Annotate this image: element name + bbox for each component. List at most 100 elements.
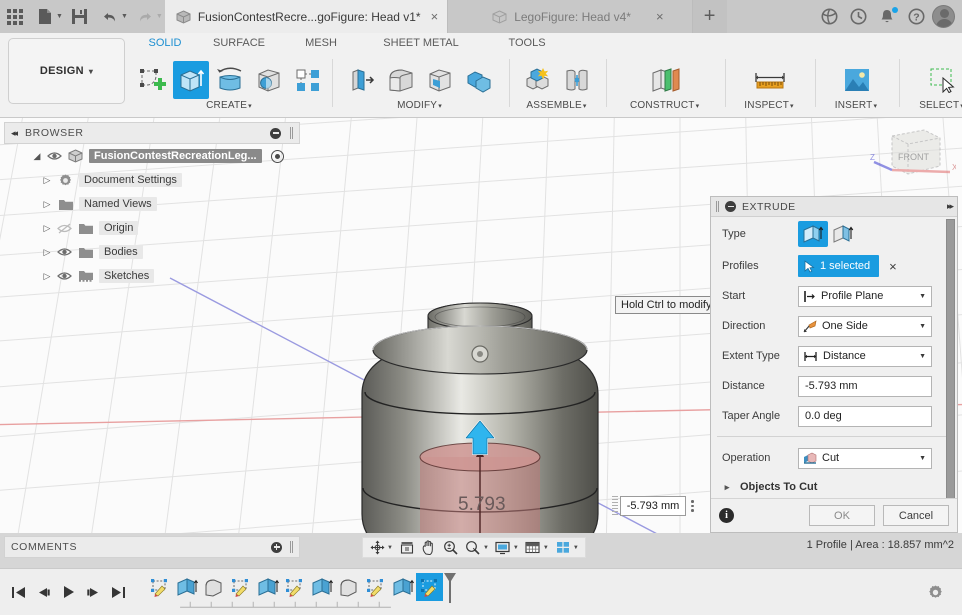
expand-triangle-icon[interactable]: ▷ xyxy=(42,223,52,234)
chevron-down-icon[interactable]: ▼ xyxy=(919,455,926,462)
undo-caret-icon[interactable]: ▼ xyxy=(121,13,128,20)
visibility-eye-icon[interactable] xyxy=(47,151,62,161)
jump-to-start-icon[interactable] xyxy=(9,582,28,602)
shell-icon[interactable] xyxy=(422,61,458,99)
drag-handle-icon[interactable] xyxy=(612,496,618,516)
visibility-eye-icon[interactable] xyxy=(57,247,72,257)
drag-grip-icon[interactable] xyxy=(716,201,719,212)
rectangular-pattern-icon[interactable] xyxy=(290,61,326,99)
direction-dropdown[interactable]: One Side ▼ xyxy=(798,315,932,337)
apps-grid-icon[interactable] xyxy=(0,2,30,32)
expand-triangle-icon[interactable]: ▷ xyxy=(42,271,52,282)
orbit-caret-icon[interactable]: ▼ xyxy=(387,545,393,551)
expand-triangle-icon[interactable]: ◢ xyxy=(32,151,42,162)
extent-type-dropdown[interactable]: Distance ▼ xyxy=(798,345,932,367)
resize-grip[interactable] xyxy=(290,541,293,553)
timeline-item-sketch[interactable] xyxy=(362,573,389,601)
hole-icon[interactable] xyxy=(251,61,287,99)
document-tab-inactive[interactable]: LegoFigure: Head v4* × xyxy=(448,0,693,33)
collapse-icon[interactable] xyxy=(725,201,736,212)
ribbon-group-caption[interactable]: CREATE▾ xyxy=(206,100,254,111)
add-comment-icon[interactable] xyxy=(271,541,282,553)
account-avatar[interactable] xyxy=(932,5,955,28)
grid-snap-caret-icon[interactable]: ▼ xyxy=(543,545,549,551)
jump-to-end-icon[interactable] xyxy=(109,582,128,602)
globe-icon[interactable] xyxy=(816,4,842,30)
expand-triangle-icon[interactable]: ▷ xyxy=(42,247,52,258)
info-icon[interactable]: i xyxy=(719,508,734,523)
extrude-dialog[interactable]: EXTRUDE ▸▸ Type Profiles 1 selected × St… xyxy=(710,196,958,533)
fit-icon[interactable] xyxy=(397,538,417,557)
timeline-item-fillet[interactable] xyxy=(335,573,362,601)
activate-component-icon[interactable] xyxy=(270,149,284,163)
extrude-icon[interactable] xyxy=(173,61,209,99)
ribbon-group-caption[interactable]: MODIFY▾ xyxy=(397,100,444,111)
help-icon[interactable]: ? xyxy=(903,4,929,30)
resize-grip[interactable] xyxy=(290,127,293,139)
expand-triangle-icon[interactable]: ▷ xyxy=(42,175,52,186)
extrude-scrollbar[interactable] xyxy=(946,219,955,498)
joint-icon[interactable] xyxy=(559,61,595,99)
offset-plane-icon[interactable] xyxy=(646,61,686,99)
timeline-item-sketch[interactable] xyxy=(281,573,308,601)
job-status-icon[interactable] xyxy=(845,4,871,30)
cancel-button[interactable]: Cancel xyxy=(883,505,949,526)
scrollbar-thumb[interactable] xyxy=(946,219,955,498)
browser-item-document-settings[interactable]: ▷ Document Settings xyxy=(4,168,300,192)
step-forward-icon[interactable] xyxy=(84,582,103,602)
profile-extrude-icon[interactable] xyxy=(798,221,828,247)
expand-triangle-icon[interactable]: ▷ xyxy=(42,199,52,210)
tab-mesh[interactable]: MESH xyxy=(282,37,360,55)
ribbon-group-caption[interactable]: CONSTRUCT▾ xyxy=(630,100,701,111)
fillet-icon[interactable] xyxy=(383,61,419,99)
profiles-selection-chip[interactable]: 1 selected xyxy=(798,255,880,277)
canvas-dimension-input-group[interactable] xyxy=(612,496,697,516)
surface-extrude-icon[interactable] xyxy=(828,221,858,247)
ribbon-group-caption[interactable]: INSERT▾ xyxy=(835,100,879,111)
new-tab-button[interactable]: + xyxy=(692,0,727,33)
combine-icon[interactable] xyxy=(461,61,497,99)
tab-surface[interactable]: SURFACE xyxy=(196,37,282,55)
new-document-caret-icon[interactable]: ▼ xyxy=(56,13,63,20)
select-window-icon[interactable] xyxy=(925,61,961,99)
chevron-down-icon[interactable]: ▼ xyxy=(919,353,926,360)
view-cube[interactable]: FRONT X Z xyxy=(868,122,956,192)
look-at-icon[interactable] xyxy=(463,538,483,557)
browser-item-named-views[interactable]: ▷ Named Views xyxy=(4,192,300,216)
browser-header[interactable]: ◂◂ BROWSER xyxy=(4,122,300,144)
revolve-icon[interactable] xyxy=(212,61,248,99)
visibility-eye-off-icon[interactable] xyxy=(57,223,72,234)
notifications-bell-icon[interactable] xyxy=(874,4,900,30)
close-icon[interactable]: × xyxy=(656,9,664,24)
chevron-down-icon[interactable]: ▼ xyxy=(919,293,926,300)
collapse-icon[interactable]: ◂◂ xyxy=(11,128,18,139)
timeline-item-sketch[interactable] xyxy=(146,573,173,601)
minimize-icon[interactable] xyxy=(270,127,281,139)
visibility-eye-icon[interactable] xyxy=(57,271,72,281)
clear-selection-icon[interactable]: × xyxy=(889,259,897,274)
browser-item-origin[interactable]: ▷ Origin xyxy=(4,216,300,240)
step-back-icon[interactable] xyxy=(34,582,53,602)
comments-panel[interactable]: COMMENTS xyxy=(4,536,300,558)
look-at-caret-icon[interactable]: ▼ xyxy=(483,545,489,551)
operation-dropdown[interactable]: Cut ▼ xyxy=(798,447,932,469)
viewports-caret-icon[interactable]: ▼ xyxy=(573,545,579,551)
ribbon-group-caption[interactable]: SELECT▾ xyxy=(919,100,962,111)
tab-solid[interactable]: SOLID xyxy=(134,37,196,55)
ribbon-group-caption[interactable]: ASSEMBLE▾ xyxy=(526,100,588,111)
tab-sheet-metal[interactable]: SHEET METAL xyxy=(360,37,482,55)
insert-image-icon[interactable] xyxy=(839,61,875,99)
document-tab-active[interactable]: FusionContestRecre...goFigure: Head v1* … xyxy=(164,0,449,33)
timeline-item-extrude[interactable] xyxy=(173,573,200,601)
timeline-item-sketch[interactable] xyxy=(227,573,254,601)
measure-icon[interactable] xyxy=(751,61,789,99)
expand-icon[interactable]: ▸▸ xyxy=(947,201,954,212)
display-settings-caret-icon[interactable]: ▼ xyxy=(513,545,519,551)
distance-canvas-input[interactable] xyxy=(620,496,686,516)
objects-to-cut-section[interactable]: ▸ Objects To Cut xyxy=(711,474,957,498)
new-component-icon[interactable] xyxy=(520,61,556,99)
extrude-dialog-header[interactable]: EXTRUDE ▸▸ xyxy=(711,197,957,217)
viewports-icon[interactable] xyxy=(553,538,573,557)
create-sketch-icon[interactable] xyxy=(134,61,170,99)
browser-item-bodies[interactable]: ▷ Bodies xyxy=(4,240,300,264)
